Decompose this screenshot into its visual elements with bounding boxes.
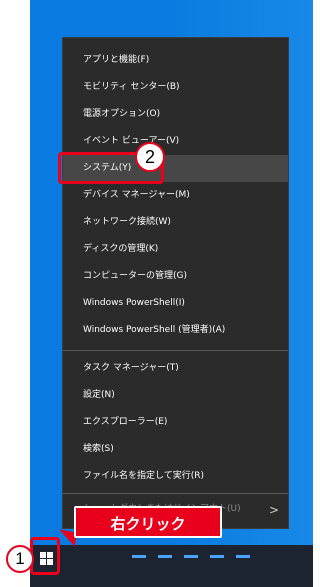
menu-item-powershell[interactable]: Windows PowerShell(I) <box>63 290 288 317</box>
menu-item-task-manager[interactable]: タスク マネージャー(T) <box>63 355 288 382</box>
menu-item-powershell-admin[interactable]: Windows PowerShell (管理者)(A) <box>63 317 288 344</box>
step-badge-1: 1 <box>6 545 34 573</box>
menu-item-search[interactable]: 検索(S) <box>63 436 288 463</box>
menu-item-run[interactable]: ファイル名を指定して実行(R) <box>63 463 288 490</box>
menu-separator <box>63 350 288 351</box>
winx-context-menu: アプリと機能(F) モビリティ センター(B) 電源オプション(O) イベント … <box>62 37 289 529</box>
taskbar-app-indicator <box>210 555 224 558</box>
menu-item-network-connections[interactable]: ネットワーク接続(W) <box>63 209 288 236</box>
step-badge-2: 2 <box>135 142 165 172</box>
menu-item-explorer[interactable]: エクスプローラー(E) <box>63 409 288 436</box>
menu-item-mobility-center[interactable]: モビリティ センター(B) <box>63 74 288 101</box>
highlight-box-start <box>30 537 60 575</box>
menu-item-power-options[interactable]: 電源オプション(O) <box>63 101 288 128</box>
menu-item-event-viewer[interactable]: イベント ビューアー(V) <box>63 128 288 155</box>
taskbar-app-indicator <box>158 555 172 558</box>
taskbar <box>30 545 313 587</box>
right-click-callout: 右クリック <box>74 506 222 538</box>
menu-item-computer-management[interactable]: コンピューターの管理(G) <box>63 263 288 290</box>
taskbar-app-indicator <box>236 555 250 558</box>
taskbar-app-indicator <box>132 555 146 558</box>
menu-item-disk-management[interactable]: ディスクの管理(K) <box>63 236 288 263</box>
menu-separator <box>63 493 288 494</box>
taskbar-app-indicator <box>184 555 198 558</box>
menu-item-apps-features[interactable]: アプリと機能(F) <box>63 47 288 74</box>
menu-item-settings[interactable]: 設定(N) <box>63 382 288 409</box>
chevron-right-icon: > <box>268 503 279 517</box>
menu-item-device-manager[interactable]: デバイス マネージャー(M) <box>63 182 288 209</box>
